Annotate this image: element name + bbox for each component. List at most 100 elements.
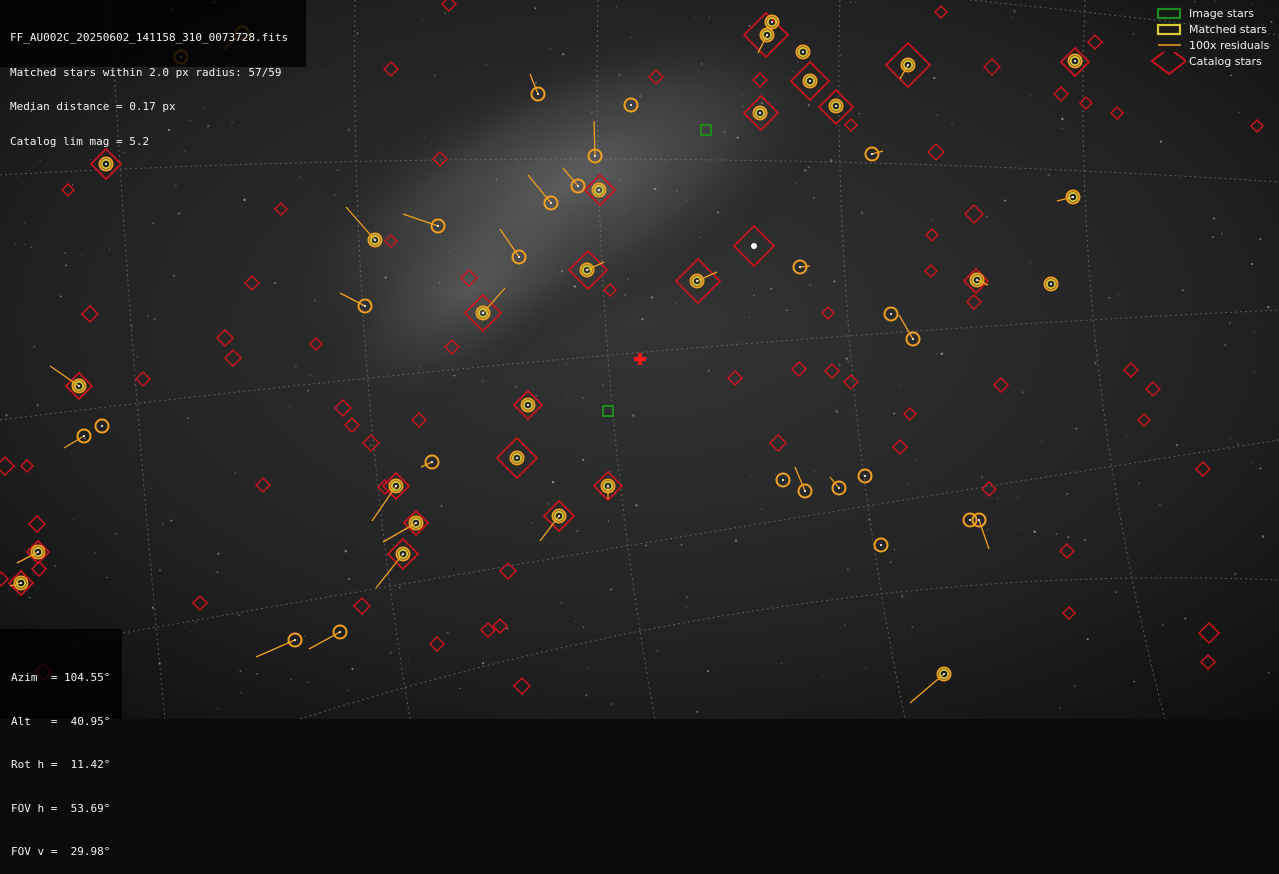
faint-star: [306, 389, 309, 392]
faint-star: [1040, 440, 1043, 443]
faint-star: [893, 412, 896, 415]
faint-star: [685, 605, 688, 608]
faint-star: [1237, 443, 1239, 445]
faint-star: [1181, 289, 1184, 292]
faint-star: [1193, 0, 1196, 3]
star-core: [803, 489, 807, 493]
faint-star: [653, 187, 657, 190]
faint-star: [83, 437, 86, 440]
faint-star: [607, 520, 610, 522]
faint-star: [398, 586, 401, 589]
faint-star: [458, 687, 461, 690]
faint-star: [791, 102, 793, 103]
faint-star: [24, 243, 26, 245]
faint-star: [843, 624, 846, 626]
faint-star: [33, 345, 36, 348]
faint-star: [748, 24, 751, 27]
star-core: [629, 103, 633, 107]
faint-star: [323, 340, 325, 342]
faint-star: [1259, 237, 1262, 241]
faint-star: [1047, 173, 1051, 177]
faint-star: [1243, 204, 1245, 206]
faint-star: [845, 357, 848, 360]
faint-star: [797, 61, 799, 63]
faint-star: [911, 313, 913, 315]
faint-star: [90, 158, 92, 161]
faint-star: [29, 596, 31, 599]
faint-star: [1266, 305, 1270, 309]
faint-star: [309, 374, 312, 377]
faint-star: [892, 586, 893, 588]
altitude-text: Alt = 40.95°: [11, 714, 111, 728]
faint-star: [822, 674, 824, 676]
faint-star: [780, 663, 782, 665]
plate-info-panel: FF_AU002C_20250602_141158_310_0073728.fi…: [0, 0, 306, 147]
faint-star: [908, 484, 910, 485]
legend-image-stars: Image stars: [1150, 6, 1279, 22]
faint-star: [933, 76, 936, 80]
catalog-limit-text: Catalog lim mag = 5.2: [10, 134, 150, 148]
faint-star: [71, 183, 74, 186]
legend-catalog-stars: Catalog stars: [1150, 52, 1279, 76]
faint-star: [1267, 671, 1270, 674]
faint-star: [535, 81, 537, 84]
star-core: [481, 311, 485, 315]
faint-star: [1158, 503, 1162, 506]
star-core: [536, 92, 540, 96]
faint-star: [384, 276, 387, 279]
star-core: [837, 486, 841, 490]
faint-star: [195, 621, 197, 624]
faint-star: [858, 112, 861, 115]
faint-star: [172, 274, 176, 277]
star-core: [606, 484, 610, 488]
faint-star: [742, 105, 744, 108]
faint-star: [240, 692, 242, 694]
faint-star: [779, 275, 781, 277]
faint-star: [1074, 685, 1076, 687]
star-core: [942, 672, 946, 676]
faint-star: [237, 218, 239, 220]
faint-star: [23, 221, 26, 224]
faint-star: [561, 270, 564, 273]
faint-star: [536, 323, 538, 326]
faint-star: [376, 717, 378, 719]
faint-star: [304, 634, 307, 637]
faint-star: [900, 385, 902, 386]
faint-star: [1138, 482, 1140, 484]
faint-star: [351, 667, 354, 670]
faint-star: [1099, 579, 1101, 581]
faint-star: [1066, 492, 1069, 495]
faint-star: [655, 649, 658, 652]
faint-star: [151, 606, 154, 609]
star-core: [977, 518, 981, 522]
faint-star: [81, 255, 83, 257]
faint-star: [1261, 535, 1265, 538]
faint-star: [760, 102, 763, 105]
star-core: [968, 518, 972, 522]
faint-star: [576, 530, 578, 532]
faint-star: [674, 302, 677, 304]
faint-star: [438, 281, 441, 284]
faint-star: [548, 661, 550, 663]
faint-star: [1010, 97, 1012, 99]
star-core: [863, 474, 867, 478]
fov-v-text: FOV v = 29.98°: [11, 845, 111, 858]
faint-star: [835, 410, 839, 413]
faint-star: [770, 287, 773, 290]
rotation-text: Rot h = 11.42°: [11, 758, 111, 771]
faint-star: [1251, 262, 1254, 266]
faint-star: [314, 300, 316, 302]
faint-star: [582, 458, 585, 461]
legend-matched-stars-label: Matched stars: [1189, 23, 1267, 36]
faint-star: [840, 627, 842, 630]
faint-star: [748, 316, 750, 318]
faint-star: [340, 687, 342, 689]
faint-star: [284, 251, 287, 253]
faint-star: [1132, 32, 1135, 35]
star-core: [593, 154, 597, 158]
faint-star: [108, 248, 111, 250]
faint-star: [1159, 140, 1163, 144]
faint-star: [1086, 21, 1088, 23]
faint-star: [639, 94, 642, 98]
star-core: [19, 581, 23, 585]
